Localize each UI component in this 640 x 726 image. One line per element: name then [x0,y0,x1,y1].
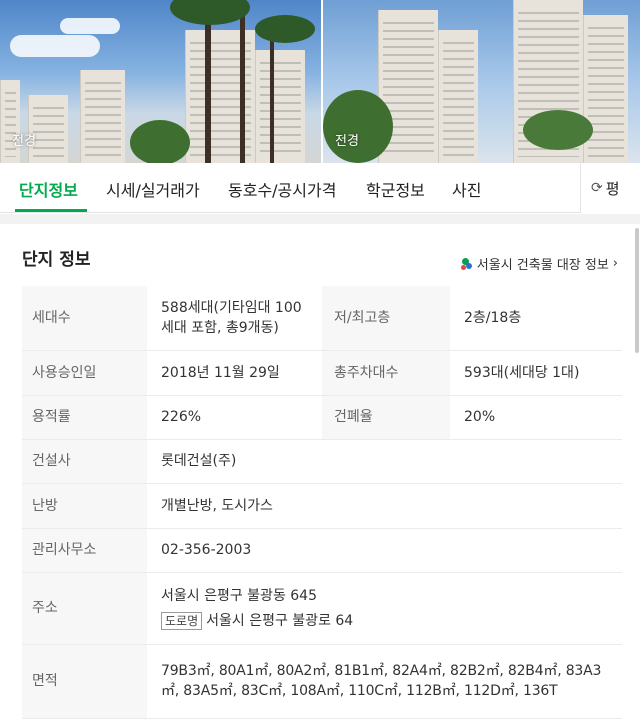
households-label: 세대수 [22,286,147,351]
bcr-value: 20% [450,395,622,440]
photo-exterior-1[interactable]: 전경 [0,0,321,163]
office-label: 관리사무소 [22,528,147,573]
table-row: 건설사 롯데건설(주) [22,439,622,484]
photo-label: 전경 [12,134,36,149]
far-label: 용적률 [22,395,147,440]
far-value: 226% [147,395,322,440]
address-road: 서울시 은평구 불광로 64 [206,612,354,629]
photo-exterior-2[interactable]: 전경 [323,0,640,163]
tab-unit-price[interactable]: 동호수/공시가격 [228,177,336,201]
tab-price[interactable]: 시세/실거래가 [106,177,200,201]
area-label: 면적 [22,644,147,719]
parking-label: 총주차대수 [322,350,450,396]
scrollbar-thumb[interactable] [635,228,639,353]
bcr-label: 건폐율 [322,395,450,440]
area-value: 79B3㎡, 80A1㎡, 80A2㎡, 81B1㎡, 82A4㎡, 82B2㎡… [147,644,622,719]
table-row: 세대수 588세대(기타임대 100세대 포함, 총9개동) 저/최고층 2층/… [22,286,622,351]
photo-strip: 전경 전경 [0,0,640,163]
tab-photos[interactable]: 사진 [452,177,481,201]
approval-label: 사용승인일 [22,350,147,396]
approval-value: 2018년 11월 29일 [147,350,322,396]
table-row: 주소 서울시 은평구 불광동 645 도로명 서울시 은평구 불광로 64 [22,572,622,645]
builder-value: 롯데건설(주) [147,439,622,484]
table-row: 난방 개별난방, 도시가스 [22,483,622,529]
unit-toggle-button[interactable]: ⟳ 평 [580,163,640,213]
address-label: 주소 [22,572,147,645]
road-name-badge: 도로명 [161,611,203,630]
chevron-right-icon: › [612,256,618,271]
tab-bar: 단지정보 시세/실거래가 동호수/공시가격 학군정보 사진 ⟳ 평 [0,163,640,213]
photo-label: 전경 [335,134,359,149]
address-value: 서울시 은평구 불광동 645 도로명 서울시 은평구 불광로 64 [147,572,622,645]
complex-info-table: 세대수 588세대(기타임대 100세대 포함, 총9개동) 저/최고층 2층/… [22,286,622,719]
floors-value: 2층/18층 [450,286,622,351]
building-register-link[interactable]: 서울시 건축물 대장 정보 › [460,254,618,273]
floors-label: 저/최고층 [322,286,450,351]
households-value: 588세대(기타임대 100세대 포함, 총9개동) [147,286,322,351]
table-row: 관리사무소 02-356-2003 [22,528,622,573]
office-phone[interactable]: 02-356-2003 [147,528,622,573]
table-row: 용적률 226% 건폐율 20% [22,395,622,440]
section-title: 단지 정보 [22,250,91,270]
section-divider [0,214,640,224]
heating-label: 난방 [22,483,147,529]
parking-value: 593대(세대당 1대) [450,350,622,396]
building-register-label: 서울시 건축물 대장 정보 [476,258,609,273]
table-row: 사용승인일 2018년 11월 29일 총주차대수 593대(세대당 1대) [22,350,622,396]
seoul-logo-icon [460,256,473,270]
refresh-icon: ⟳ [591,180,603,196]
tab-school[interactable]: 학군정보 [366,177,425,201]
builder-label: 건설사 [22,439,147,484]
heating-value: 개별난방, 도시가스 [147,483,622,529]
table-row: 면적 79B3㎡, 80A1㎡, 80A2㎡, 81B1㎡, 82A4㎡, 82… [22,644,622,719]
scrollbar[interactable] [634,228,640,353]
address-jibun: 서울시 은평구 불광동 645 [161,587,317,604]
unit-toggle-label: 평 [605,179,620,198]
tab-complex-info[interactable]: 단지정보 [19,177,78,201]
active-tab-indicator [15,209,87,212]
